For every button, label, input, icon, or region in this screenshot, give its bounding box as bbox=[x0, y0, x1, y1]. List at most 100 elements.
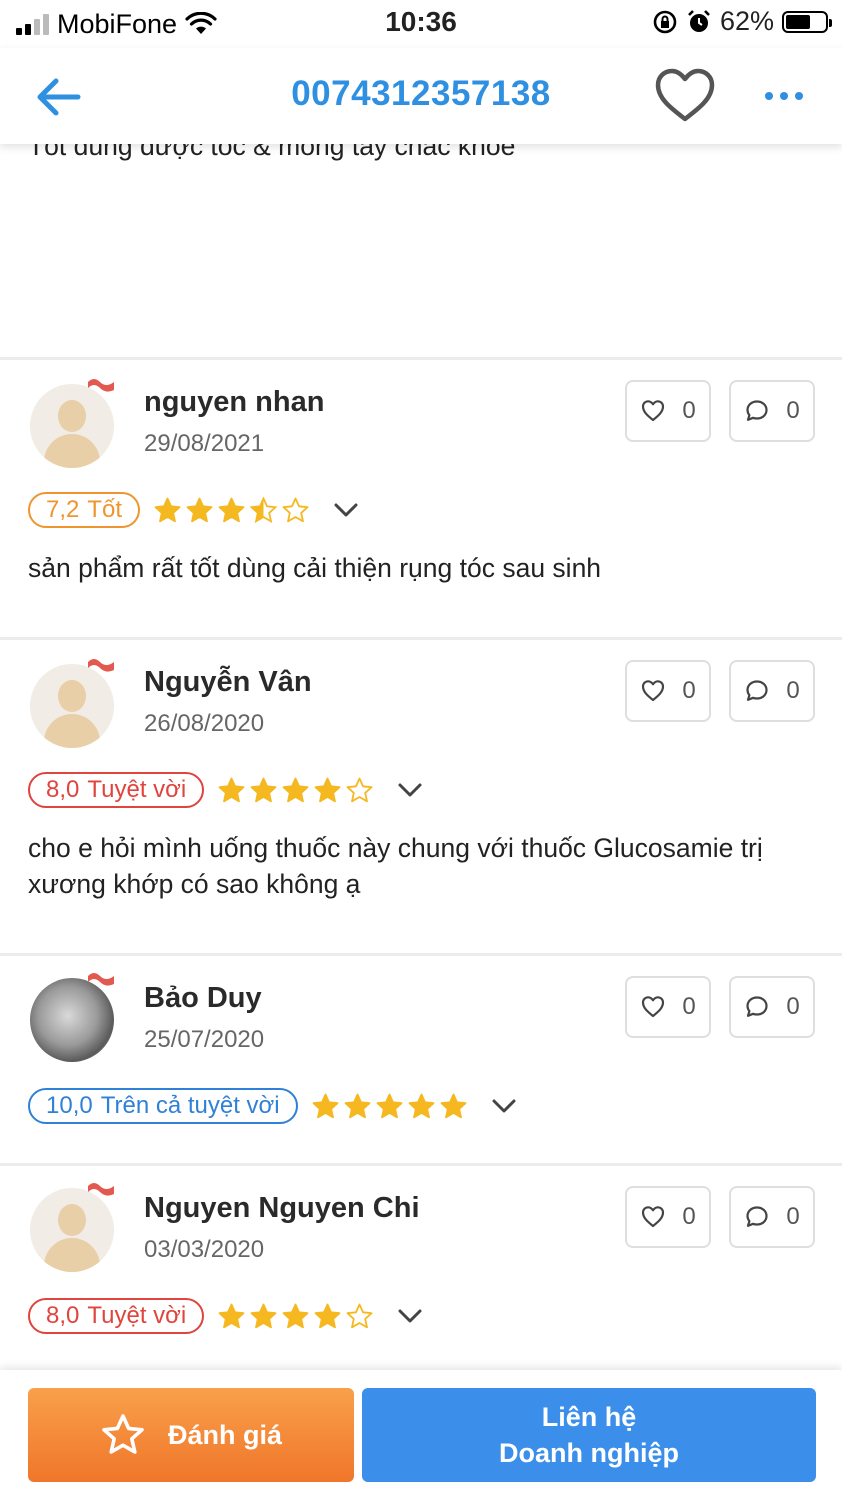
rate-button[interactable]: Đánh giá bbox=[28, 1388, 354, 1482]
score-value: 10,0 bbox=[46, 1092, 93, 1119]
star-filled-icon bbox=[440, 1093, 467, 1118]
battery-icon bbox=[782, 10, 832, 33]
avatar[interactable] bbox=[30, 978, 114, 1062]
back-button[interactable] bbox=[30, 72, 86, 122]
reviews-list[interactable]: 05/10/2021 6,4 Hài lòng Tốt dùng được tó… bbox=[0, 144, 842, 1370]
star-filled-icon bbox=[376, 1093, 403, 1118]
comment-button[interactable]: 0 bbox=[729, 976, 815, 1038]
star-filled-icon bbox=[218, 497, 245, 522]
status-right: 62% bbox=[652, 6, 832, 37]
contact-line-2: Doanh nghiệp bbox=[499, 1438, 679, 1468]
signal-icon bbox=[16, 13, 49, 35]
comment-button[interactable]: 0 bbox=[729, 1186, 815, 1248]
review-card: 05/10/2021 6,4 Hài lòng Tốt dùng được tó… bbox=[0, 144, 842, 360]
heart-outline-icon bbox=[642, 1206, 665, 1228]
comment-icon bbox=[746, 1206, 768, 1227]
review-text: Tốt dùng được tóc & móng tay chắc khỏe bbox=[28, 144, 516, 161]
review-card: Bảo Duy 25/07/2020 0 0 10,0 Trên cả tuyệ… bbox=[0, 956, 842, 1166]
star-filled-icon bbox=[218, 1303, 245, 1328]
like-count: 0 bbox=[682, 1203, 696, 1230]
avatar[interactable] bbox=[30, 384, 114, 468]
rating-row: 7,2 Tốt bbox=[28, 492, 359, 528]
star-filled-icon bbox=[250, 1303, 277, 1328]
review-date: 29/08/2021 bbox=[144, 430, 265, 457]
avatar[interactable] bbox=[30, 1188, 114, 1272]
alarm-icon bbox=[688, 9, 710, 32]
chevron-down-icon[interactable] bbox=[491, 1097, 517, 1115]
star-empty-icon bbox=[282, 497, 309, 522]
star-filled-icon bbox=[408, 1093, 435, 1118]
star-rating bbox=[218, 1303, 373, 1330]
star-filled-icon bbox=[250, 777, 277, 802]
ribbon-badge-icon bbox=[88, 659, 114, 672]
score-value: 8,0 bbox=[46, 776, 80, 803]
star-filled-icon bbox=[344, 1093, 371, 1118]
star-empty-icon bbox=[346, 777, 373, 802]
score-badge: 7,2 Tốt bbox=[28, 492, 141, 528]
wifi-icon bbox=[185, 12, 217, 34]
dot-icon bbox=[795, 92, 803, 100]
favorite-button[interactable] bbox=[652, 66, 718, 126]
comment-icon bbox=[746, 680, 768, 701]
like-button[interactable]: 0 bbox=[625, 1186, 711, 1248]
chevron-down-icon[interactable] bbox=[397, 1307, 423, 1325]
star-filled-icon bbox=[282, 777, 309, 802]
contact-line-1: Liên hệ bbox=[541, 1402, 637, 1432]
star-filled-icon bbox=[314, 777, 341, 802]
like-count: 0 bbox=[682, 677, 696, 704]
battery-percent: 62% bbox=[719, 6, 774, 36]
avatar[interactable] bbox=[30, 664, 114, 748]
like-count: 0 bbox=[682, 993, 696, 1020]
review-card: nguyen nhan 29/08/2021 0 0 7,2 Tốt sản p… bbox=[0, 360, 842, 640]
rating-row: 8,0 Tuyệt vời bbox=[28, 772, 423, 808]
review-card: Nguyễn Vân 26/08/2020 0 0 8,0 Tuyệt vời … bbox=[0, 640, 842, 956]
star-filled-icon bbox=[312, 1093, 339, 1118]
score-badge: 10,0 Trên cả tuyệt vời bbox=[28, 1088, 298, 1124]
ribbon-badge-icon bbox=[88, 973, 114, 986]
like-count: 0 bbox=[682, 397, 696, 424]
rate-button-label: Đánh giá bbox=[167, 1419, 282, 1450]
star-filled-icon bbox=[218, 777, 245, 802]
like-button[interactable]: 0 bbox=[625, 976, 711, 1038]
arrow-left-icon bbox=[37, 78, 81, 116]
ribbon-badge-icon bbox=[88, 379, 114, 392]
reviewer-name: Bảo Duy bbox=[144, 982, 262, 1014]
star-empty-icon bbox=[346, 1303, 373, 1328]
review-text: sản phẩm rất tốt dùng cải thiện rụng tóc… bbox=[28, 553, 602, 583]
comment-count: 0 bbox=[786, 397, 800, 424]
more-options-button[interactable] bbox=[760, 78, 808, 114]
comment-icon bbox=[746, 996, 768, 1017]
star-half-icon bbox=[250, 496, 278, 523]
review-date: 26/08/2020 bbox=[144, 710, 265, 737]
chevron-down-icon[interactable] bbox=[333, 501, 359, 519]
score-value: 7,2 bbox=[46, 496, 80, 523]
comment-count: 0 bbox=[786, 677, 800, 704]
comment-button[interactable]: 0 bbox=[729, 660, 815, 722]
star-outline-icon bbox=[102, 1414, 144, 1454]
score-badge: 8,0 Tuyệt vời bbox=[28, 1298, 205, 1334]
star-rating bbox=[312, 1093, 467, 1120]
comment-icon bbox=[746, 400, 768, 421]
chevron-down-icon[interactable] bbox=[397, 781, 423, 799]
like-button[interactable]: 0 bbox=[625, 380, 711, 442]
comment-button[interactable]: 0 bbox=[729, 380, 815, 442]
star-rating bbox=[218, 777, 373, 804]
review-text: cho e hỏi mình uống thuốc này chung với … bbox=[28, 833, 763, 899]
rotation-lock-icon bbox=[653, 10, 677, 33]
rating-row: 8,0 Tuyệt vời bbox=[28, 1298, 423, 1334]
review-date: 25/07/2020 bbox=[144, 1026, 265, 1053]
reviewer-name: Nguyễn Vân bbox=[144, 666, 312, 698]
score-value: 8,0 bbox=[46, 1302, 80, 1329]
review-card: Nguyen Nguyen Chi 03/03/2020 0 0 8,0 Tuy… bbox=[0, 1166, 842, 1370]
score-label: Tuyệt vời bbox=[87, 1302, 187, 1329]
heart-outline-icon bbox=[642, 996, 665, 1018]
like-button[interactable]: 0 bbox=[625, 660, 711, 722]
review-date: 03/03/2020 bbox=[144, 1236, 265, 1263]
star-rating bbox=[154, 496, 309, 524]
comment-count: 0 bbox=[786, 993, 800, 1020]
score-label: Trên cả tuyệt vời bbox=[100, 1092, 280, 1119]
ribbon-badge-icon bbox=[88, 1183, 114, 1196]
score-label: Tuyệt vời bbox=[87, 776, 187, 803]
contact-business-button[interactable]: Liên hệ Doanh nghiệp bbox=[362, 1388, 816, 1482]
rating-row: 10,0 Trên cả tuyệt vời bbox=[28, 1088, 517, 1124]
